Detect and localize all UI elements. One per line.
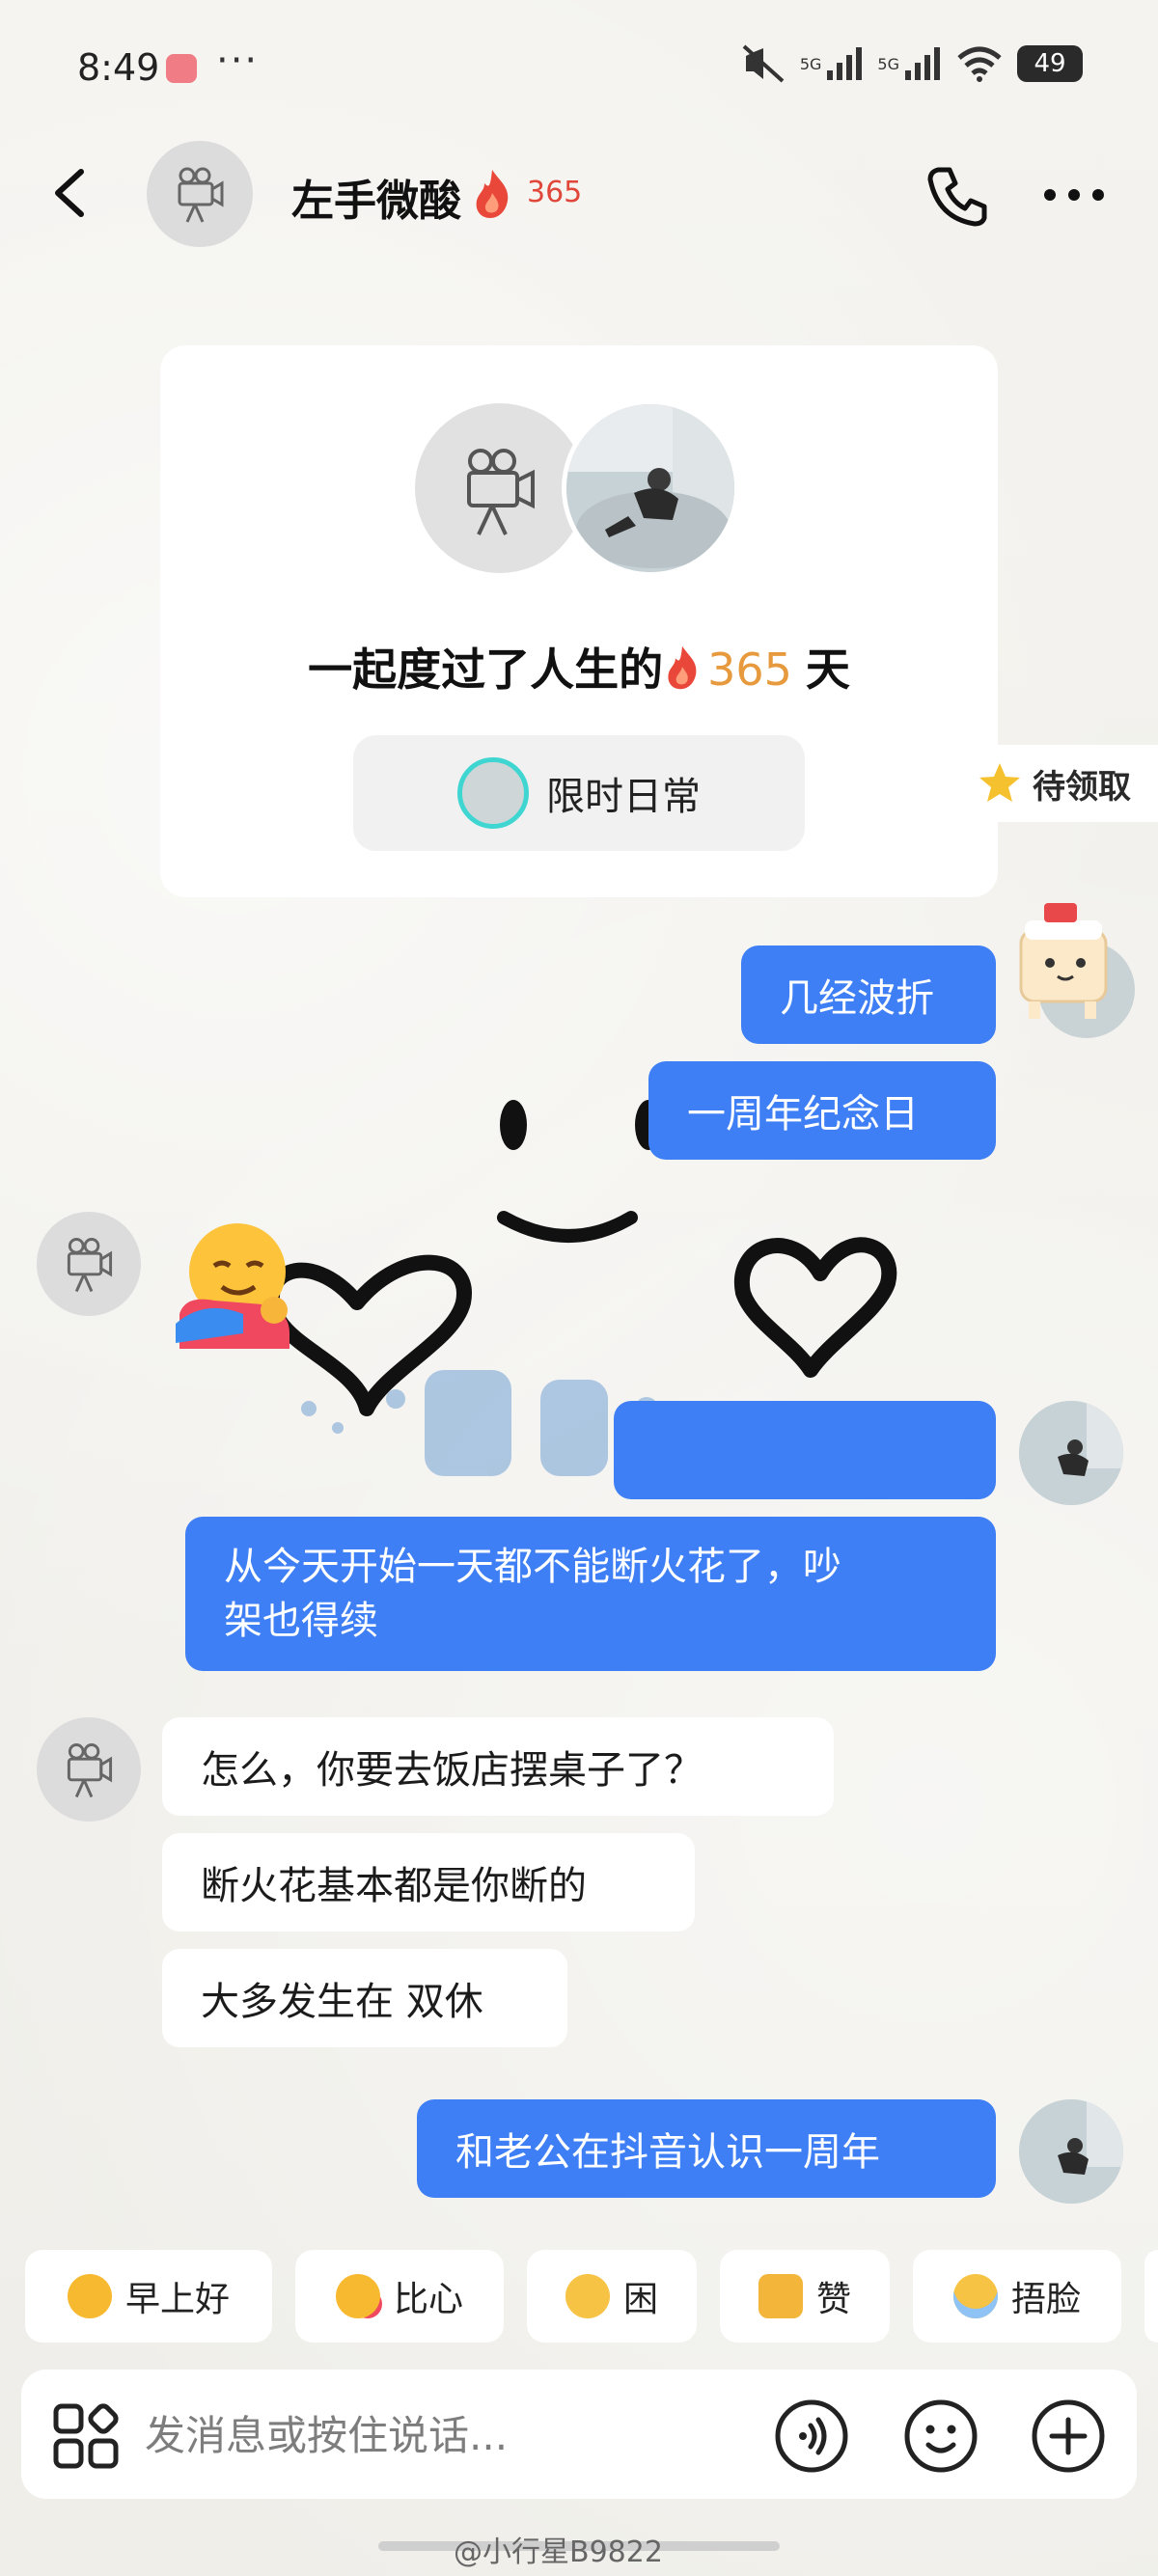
message-bubble-outgoing[interactable]: 几经波折: [741, 945, 996, 1044]
message-bubble-outgoing[interactable]: 从今天开始一天都不能断火花了，吵 架也得续: [185, 1517, 996, 1671]
user-avatar-large: [562, 399, 739, 577]
anniversary-title: 一起度过了人生的 365 天: [160, 635, 998, 699]
quick-reply-chip[interactable]: 捂脸: [913, 2250, 1121, 2343]
birthday-cake-sticker: [1019, 903, 1135, 1038]
chat-header: 左手微酸 365: [0, 135, 1158, 251]
mute-icon: [742, 44, 785, 83]
user-photo-image: [1019, 2099, 1123, 2204]
message-bubble-incoming[interactable]: 断火花基本都是你断的: [162, 1833, 695, 1932]
user-photo-image: [566, 404, 734, 572]
watermark-text: @小行星B9822: [454, 2535, 663, 2569]
quick-reply-chip[interactable]: 困: [527, 2250, 697, 2343]
status-bar: 8:49 ··· 5G 5G 49: [0, 0, 1158, 135]
back-button[interactable]: [46, 164, 95, 222]
wifi-icon: [957, 46, 1002, 82]
user-avatar[interactable]: [1019, 2099, 1123, 2204]
more-notifications-icon: ···: [216, 39, 260, 83]
hugging-face-emoji: [176, 1223, 290, 1349]
pending-claim-button[interactable]: 待领取: [959, 745, 1158, 822]
signal-icon-2: [905, 47, 940, 80]
message-bubble-outgoing[interactable]: 一周年纪念日: [648, 1061, 996, 1160]
thumbs-up-icon: [758, 2274, 803, 2318]
camera-doodle-icon: [67, 1238, 113, 1293]
message-input[interactable]: [145, 2398, 762, 2472]
battery-indicator: 49: [1017, 45, 1083, 82]
facepalm-icon: [952, 2274, 998, 2318]
message-text: 一周年纪念日: [687, 1092, 919, 1137]
limited-daily-label: 限时日常: [546, 775, 701, 819]
anniversary-title-suffix: 天: [805, 644, 850, 696]
quick-reply-chip[interactable]: 比心: [295, 2250, 504, 2343]
camera-doodle-icon: [178, 167, 224, 223]
quick-reply-label: 比心: [393, 2280, 463, 2319]
quick-reply-label: 赞: [815, 2280, 851, 2319]
message-bubble-outgoing-blurred[interactable]: [614, 1401, 996, 1499]
status-icons: 5G 5G 49: [742, 44, 1083, 83]
add-button[interactable]: [1031, 2398, 1106, 2474]
message-text: 和老公在抖音认识一周年: [455, 2130, 880, 2175]
message-bubble-incoming[interactable]: 大多发生在 双休: [162, 1949, 567, 2047]
message-input-bar: [21, 2370, 1137, 2499]
limited-daily-button[interactable]: 限时日常: [353, 735, 805, 851]
emoji-button[interactable]: [903, 2398, 979, 2474]
sun-face-icon: [67, 2274, 112, 2318]
message-text: 架也得续: [224, 1599, 378, 1643]
camera-doodle-icon: [67, 1743, 113, 1798]
anniversary-days: 365: [707, 644, 792, 696]
anniversary-title-text: 一起度过了人生的: [308, 644, 664, 696]
more-options-button[interactable]: [1042, 183, 1106, 206]
user-photo-image: [1019, 1401, 1123, 1505]
streak-fire-icon: [668, 645, 697, 690]
quick-reply-bar: 早上好 比心 困 赞 捂脸: [0, 2250, 1158, 2346]
phone-call-button[interactable]: [924, 162, 992, 230]
sleepy-face-icon: [565, 2274, 610, 2318]
anniversary-card[interactable]: 一起度过了人生的 365 天 限时日常: [160, 345, 998, 897]
streak-count: 365: [527, 176, 583, 209]
message-text: 怎么，你要去饭店摆桌子了？: [201, 1748, 703, 1793]
heart-hands-icon: [335, 2274, 380, 2318]
message-bubble-incoming[interactable]: 怎么，你要去饭店摆桌子了？: [162, 1717, 834, 1816]
signal-icon: [827, 47, 863, 80]
quick-reply-chip[interactable]: 早上好: [25, 2250, 272, 2343]
contact-avatar[interactable]: [37, 1212, 141, 1316]
contact-name[interactable]: 左手微酸: [291, 166, 461, 228]
user-avatar[interactable]: [1019, 1401, 1123, 1505]
status-time: 8:49: [77, 46, 160, 89]
star-icon: [979, 763, 1020, 802]
camera-doodle-icon: [467, 449, 535, 535]
network-type-label-2: 5G: [877, 54, 899, 73]
quick-reply-label: 早上好: [124, 2280, 230, 2319]
pending-claim-label: 待领取: [1033, 767, 1131, 807]
quick-reply-label: 困: [622, 2280, 658, 2319]
notification-app-icon: [166, 54, 197, 83]
quick-reply-label: 捂脸: [1010, 2280, 1081, 2319]
network-type-label: 5G: [799, 54, 822, 73]
message-text: 大多发生在 双休: [201, 1980, 483, 2024]
streak-fire-icon: [476, 170, 509, 218]
contact-avatar-large: [415, 403, 585, 573]
message-text: 从今天开始一天都不能断火花了，吵: [224, 1545, 841, 1589]
quick-reply-chip-partial[interactable]: [1144, 2250, 1158, 2343]
apps-grid-button[interactable]: [52, 2402, 120, 2470]
voice-button[interactable]: [774, 2398, 849, 2474]
contact-avatar[interactable]: [147, 141, 253, 247]
message-text: 几经波折: [780, 976, 934, 1021]
message-bubble-outgoing[interactable]: 和老公在抖音认识一周年: [417, 2099, 996, 2198]
user-avatar-small: [457, 757, 529, 829]
contact-avatar[interactable]: [37, 1717, 141, 1822]
quick-reply-chip[interactable]: 赞: [720, 2250, 890, 2343]
message-text: 断火花基本都是你断的: [201, 1864, 587, 1908]
